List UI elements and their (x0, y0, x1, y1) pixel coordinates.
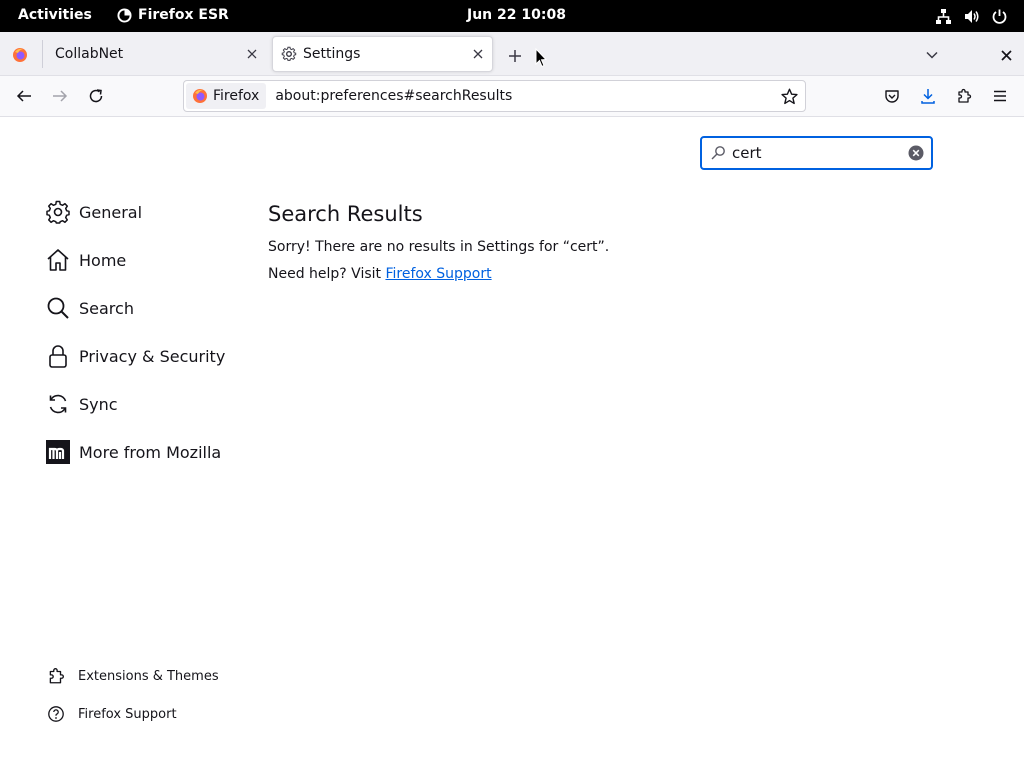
identity-box[interactable]: Firefox (186, 83, 267, 109)
list-all-tabs-button[interactable] (919, 42, 945, 68)
bookmark-star-button[interactable] (775, 82, 803, 110)
pocket-icon (885, 90, 899, 103)
sidebar-item-label: Privacy & Security (79, 346, 226, 366)
sidebar-item-home[interactable]: Home (46, 247, 126, 273)
downloads-button[interactable] (914, 82, 942, 110)
help-text: Need help? Visit Firefox Support (268, 266, 492, 282)
clear-search-icon[interactable] (908, 145, 924, 161)
gear-icon (46, 200, 70, 224)
window-close-button[interactable] (993, 42, 1019, 68)
sync-icon (46, 392, 70, 416)
app-menu[interactable]: Firefox ESR (117, 7, 229, 23)
power-icon (991, 8, 1008, 25)
extensions-button[interactable] (950, 82, 978, 110)
reload-button[interactable] (82, 82, 110, 110)
help-prefix: Need help? Visit (268, 266, 386, 282)
close-icon (1000, 49, 1012, 61)
sidebar-item-privacy[interactable]: Privacy & Security (46, 343, 225, 369)
footer-item-label: Firefox Support (78, 706, 177, 722)
chevron-down-icon (926, 51, 938, 59)
sidebar-item-label: More from Mozilla (79, 442, 222, 462)
firefox-support-link[interactable]: Firefox Support (385, 266, 491, 282)
plus-icon (509, 50, 521, 62)
help-icon (47, 705, 65, 723)
pocket-button[interactable] (878, 82, 906, 110)
puzzle-icon (958, 88, 972, 103)
gear-icon (281, 46, 297, 62)
lock-icon (46, 344, 70, 368)
tab-separator (42, 40, 43, 68)
firefox-app-icon (117, 7, 132, 23)
navigation-toolbar: Firefox about:preferences#searchResults (0, 76, 1024, 117)
network-icon (935, 8, 952, 25)
sidebar-item-search[interactable]: Search (46, 295, 134, 321)
footer-item-label: Extensions & Themes (78, 668, 219, 684)
sidebar-footer-extensions[interactable]: Extensions & Themes (47, 667, 219, 685)
new-tab-button[interactable] (501, 42, 529, 70)
close-icon (247, 49, 257, 59)
home-icon (46, 248, 70, 272)
volume-icon (963, 8, 980, 25)
close-icon (473, 49, 483, 59)
back-arrow-icon (16, 90, 31, 102)
no-results-message: Sorry! There are no results in Settings … (268, 239, 610, 255)
tab-settings[interactable]: Settings (272, 36, 493, 72)
back-button[interactable] (10, 82, 38, 110)
sidebar-item-sync[interactable]: Sync (46, 391, 118, 417)
tab-close-button[interactable] (238, 40, 266, 68)
clock[interactable]: Jun 22 10:08 (467, 7, 566, 23)
tab-collabnet[interactable]: CollabNet (44, 36, 266, 72)
settings-search-box[interactable] (700, 136, 933, 170)
reload-icon (89, 89, 103, 103)
app-name: Firefox ESR (138, 7, 229, 23)
sidebar-item-mozilla[interactable]: More from Mozilla (46, 439, 221, 465)
search-icon (46, 296, 70, 320)
sidebar-item-label: Home (79, 250, 127, 270)
hamburger-menu-icon (994, 90, 1006, 102)
download-icon (921, 89, 935, 104)
sidebar-item-label: General (79, 202, 143, 222)
mozilla-icon (46, 440, 70, 464)
url-text[interactable]: about:preferences#searchResults (275, 88, 775, 104)
tab-close-button[interactable] (464, 40, 492, 68)
search-icon (710, 145, 726, 161)
settings-page: General Home Search Privacy & Security S… (0, 117, 1024, 768)
sidebar-item-label: Search (79, 298, 134, 318)
system-status-area[interactable] (935, 8, 1008, 25)
forward-button[interactable] (46, 82, 74, 110)
identity-label: Firefox (213, 88, 260, 104)
sidebar-item-general[interactable]: General (46, 199, 142, 225)
activities-button[interactable]: Activities (18, 7, 92, 23)
firefox-view-icon[interactable] (12, 47, 28, 63)
settings-search-input[interactable] (732, 144, 892, 162)
tab-label: CollabNet (55, 46, 124, 62)
forward-arrow-icon (53, 90, 68, 102)
star-icon (780, 88, 798, 104)
puzzle-icon (47, 667, 65, 685)
tab-strip: CollabNet Settings (0, 32, 1024, 76)
sidebar-footer-support[interactable]: Firefox Support (47, 705, 177, 723)
firefox-logo-icon (193, 89, 207, 103)
sidebar-item-label: Sync (79, 394, 118, 414)
tab-label: Settings (303, 46, 361, 62)
page-title: Search Results (268, 202, 423, 226)
url-bar[interactable]: Firefox about:preferences#searchResults (183, 80, 806, 112)
mouse-cursor-icon (535, 48, 547, 68)
app-menu-button[interactable] (986, 82, 1014, 110)
system-top-bar: Activities Firefox ESR Jun 22 10:08 (0, 0, 1024, 32)
